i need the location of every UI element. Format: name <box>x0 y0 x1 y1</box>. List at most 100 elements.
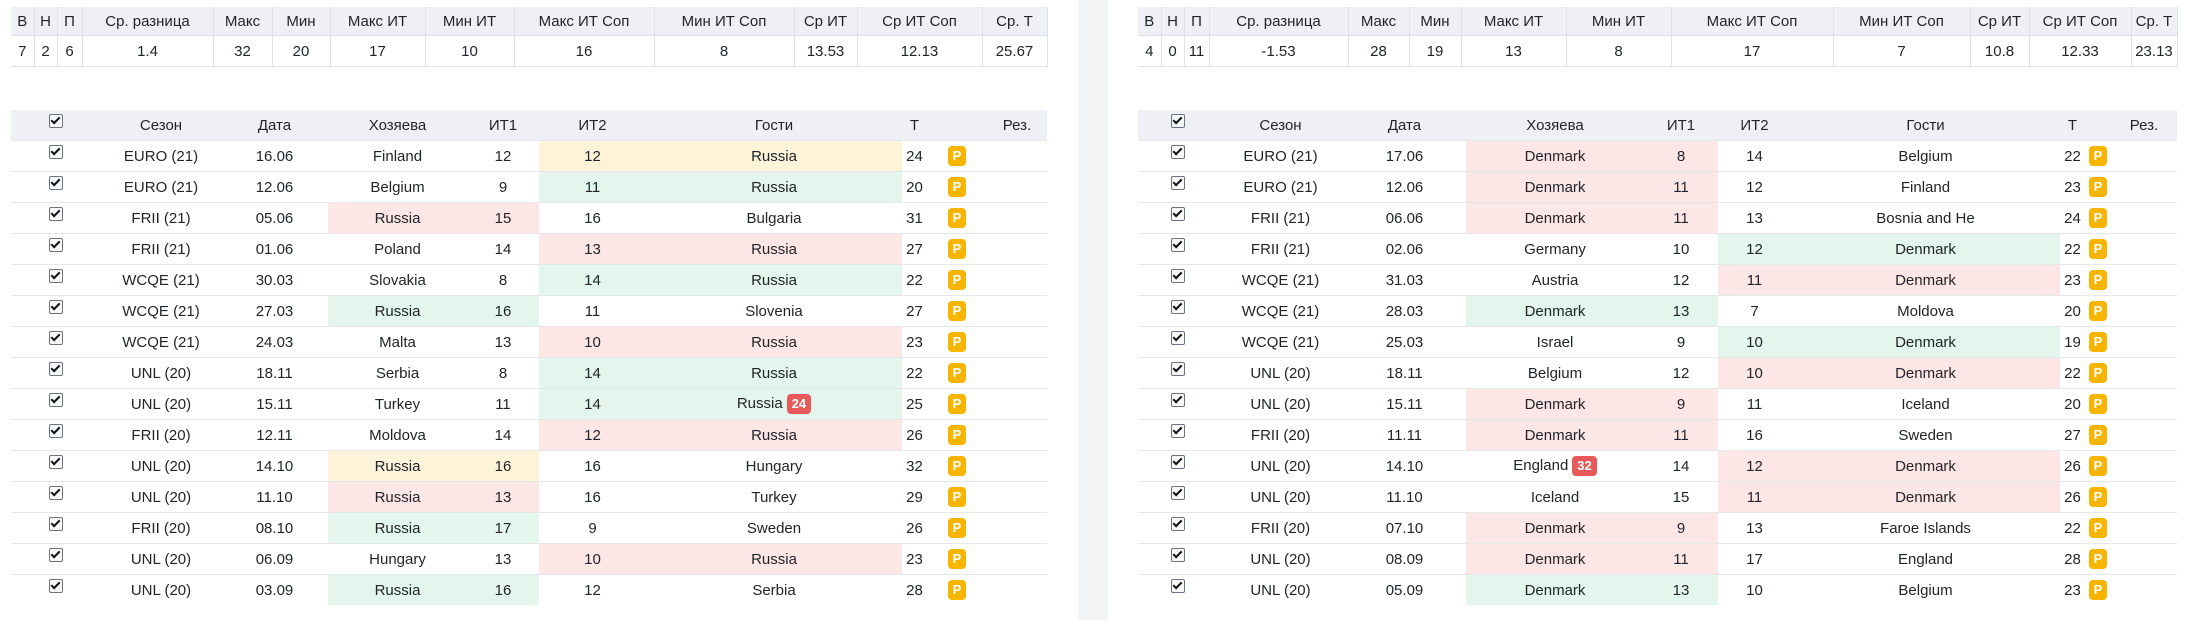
p-badge[interactable]: P <box>948 270 966 290</box>
row-checkbox[interactable] <box>1138 326 1218 358</box>
col-season[interactable]: Сезон <box>101 110 221 141</box>
p-badge[interactable]: P <box>2089 146 2107 166</box>
p-badge[interactable]: P <box>2089 332 2107 352</box>
row-checkbox[interactable] <box>11 512 101 544</box>
home-team-name: Denmark <box>1524 581 1586 599</box>
date-cell: 31.03 <box>1343 264 1466 296</box>
row-checkbox[interactable] <box>11 233 101 265</box>
p-badge[interactable]: P <box>2089 487 2107 507</box>
select-all-checkbox[interactable] <box>11 110 101 141</box>
row-checkbox[interactable] <box>11 388 101 420</box>
row-checkbox[interactable] <box>1138 574 1218 605</box>
row-checkbox[interactable] <box>1138 419 1218 451</box>
away-team-name: Bulgaria <box>746 209 802 227</box>
row-checkbox[interactable] <box>1138 357 1218 389</box>
row-checkbox[interactable] <box>11 326 101 358</box>
col-it2[interactable]: ИТ2 <box>539 110 646 141</box>
p-badge[interactable]: P <box>2089 301 2107 321</box>
row-checkbox[interactable] <box>11 450 101 482</box>
col-it1[interactable]: ИТ1 <box>467 110 539 141</box>
row-checkbox[interactable] <box>1138 512 1218 544</box>
col-home[interactable]: Хозяева <box>328 110 467 141</box>
row-checkbox[interactable] <box>11 264 101 296</box>
p-badge[interactable]: P <box>948 301 966 321</box>
row-checkbox[interactable] <box>1138 264 1218 296</box>
p-badge[interactable]: P <box>2089 177 2107 197</box>
date-cell: 08.10 <box>221 512 328 544</box>
p-badge[interactable]: P <box>2089 363 2107 383</box>
row-checkbox[interactable] <box>1138 481 1218 513</box>
p-badge[interactable]: P <box>948 487 966 507</box>
spacer-cell <box>987 543 1047 575</box>
p-badge[interactable]: P <box>948 177 966 197</box>
col-season[interactable]: Сезон <box>1218 110 1343 141</box>
home-team-name: Denmark <box>1524 147 1586 165</box>
row-checkbox[interactable] <box>11 171 101 203</box>
away-team-name: Finland <box>1900 178 1951 196</box>
p-badge[interactable]: P <box>948 363 966 383</box>
p-badge[interactable]: P <box>948 549 966 569</box>
col-date[interactable]: Дата <box>221 110 328 141</box>
row-checkbox[interactable] <box>11 481 101 513</box>
row-checkbox[interactable] <box>1138 295 1218 327</box>
row-checkbox[interactable] <box>1138 140 1218 172</box>
col-it1[interactable]: ИТ1 <box>1644 110 1718 141</box>
row-checkbox[interactable] <box>1138 202 1218 234</box>
matches-table: Сезон Дата Хозяева ИТ1 ИТ2 Гости Т Рез. … <box>11 110 1047 605</box>
home-team-name: Denmark <box>1524 302 1586 320</box>
p-badge[interactable]: P <box>948 518 966 538</box>
match-row: WCQE (21)28.03Denmark137Moldova20P8:0 <box>1138 295 2177 327</box>
home-team-name: Slovakia <box>369 271 426 289</box>
p-badge[interactable]: P <box>948 208 966 228</box>
p-badge[interactable]: P <box>2089 425 2107 445</box>
row-checkbox[interactable] <box>1138 171 1218 203</box>
p-badge[interactable]: P <box>948 456 966 476</box>
away-score-cell: 16 <box>539 450 646 482</box>
p-badge[interactable]: P <box>948 580 966 600</box>
row-checkbox[interactable] <box>11 140 101 172</box>
p-badge[interactable]: P <box>2089 518 2107 538</box>
row-checkbox[interactable] <box>11 574 101 605</box>
select-all-checkbox[interactable] <box>1138 110 1218 141</box>
p-badge[interactable]: P <box>948 239 966 259</box>
row-checkbox[interactable] <box>1138 450 1218 482</box>
away-score-cell: 11 <box>539 171 646 203</box>
p-badge[interactable]: P <box>2089 394 2107 414</box>
col-home[interactable]: Хозяева <box>1466 110 1644 141</box>
match-row: UNL (20)06.09Hungary1310Russia23P2:3 <box>11 543 1047 575</box>
p-badge[interactable]: P <box>948 332 966 352</box>
col-result[interactable]: Рез. <box>987 110 1047 141</box>
row-checkbox[interactable] <box>11 543 101 575</box>
col-away[interactable]: Гости <box>646 110 902 141</box>
p-badge[interactable]: P <box>2089 456 2107 476</box>
row-checkbox[interactable] <box>1138 543 1218 575</box>
home-team-cell: Austria <box>1466 264 1644 296</box>
season-cell: EURO (21) <box>101 171 221 203</box>
row-checkbox[interactable] <box>1138 388 1218 420</box>
row-checkbox[interactable] <box>11 357 101 389</box>
home-team-cell: Turkey <box>328 388 467 420</box>
col-away[interactable]: Гости <box>1791 110 2060 141</box>
p-badge[interactable]: P <box>2089 270 2107 290</box>
col-result[interactable]: Рез. <box>2111 110 2177 141</box>
p-badge[interactable]: P <box>2089 549 2107 569</box>
col-total[interactable]: Т <box>902 110 927 141</box>
date-cell: 24.03 <box>221 326 328 358</box>
col-it2[interactable]: ИТ2 <box>1718 110 1791 141</box>
p-badge[interactable]: P <box>948 394 966 414</box>
away-score-cell: 11 <box>1718 481 1791 513</box>
row-checkbox[interactable] <box>11 295 101 327</box>
total-cell: 28 <box>2060 543 2085 575</box>
home-team-name: Russia <box>374 209 421 227</box>
p-badge[interactable]: P <box>2089 239 2107 259</box>
row-checkbox[interactable] <box>11 419 101 451</box>
col-total[interactable]: Т <box>2060 110 2085 141</box>
away-team-name: Slovenia <box>745 302 803 320</box>
p-badge[interactable]: P <box>2089 208 2107 228</box>
col-date[interactable]: Дата <box>1343 110 1466 141</box>
p-badge[interactable]: P <box>948 425 966 445</box>
row-checkbox[interactable] <box>1138 233 1218 265</box>
row-checkbox[interactable] <box>11 202 101 234</box>
p-badge[interactable]: P <box>948 146 966 166</box>
p-badge[interactable]: P <box>2089 580 2107 600</box>
